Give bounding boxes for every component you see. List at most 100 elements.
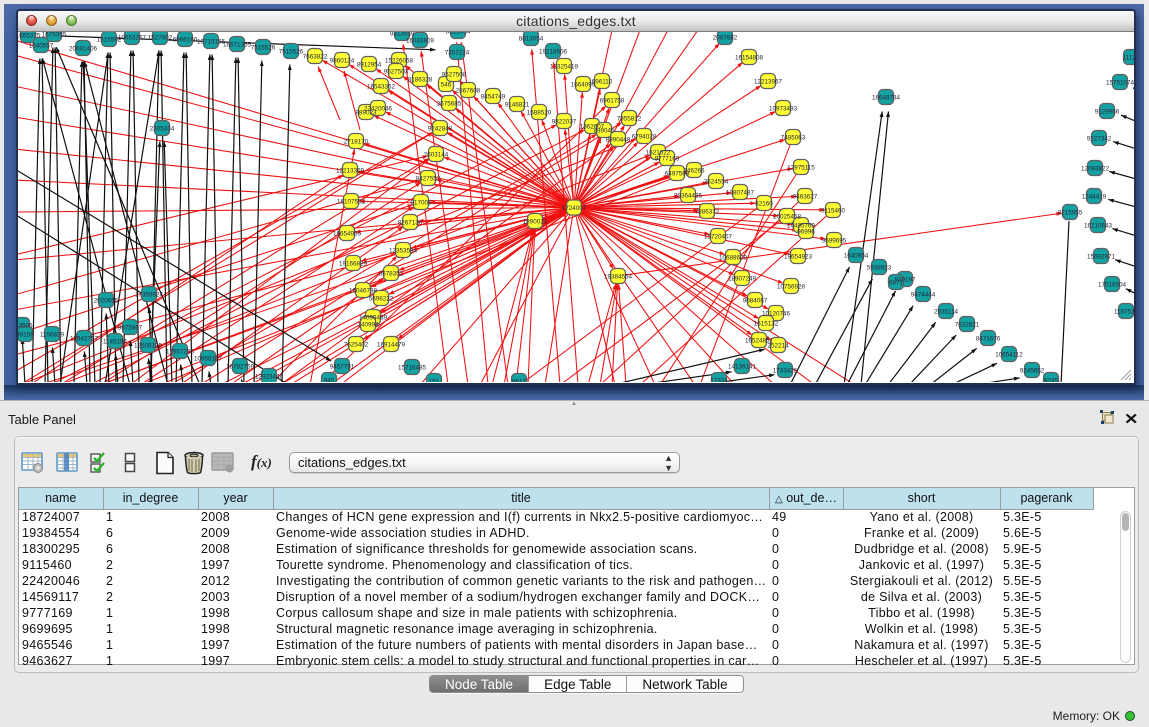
svg-text:1675355: 1675355: [42, 32, 67, 39]
svg-text:10807487: 10807487: [726, 190, 755, 197]
svg-text:12505135: 12505135: [134, 343, 163, 350]
svg-text:19654923: 19654923: [784, 254, 813, 261]
svg-text:151: 151: [429, 379, 440, 383]
svg-text:9860124: 9860124: [330, 58, 355, 65]
svg-text:39159: 39159: [18, 332, 34, 339]
svg-text:8215955: 8215955: [1058, 210, 1083, 217]
svg-text:9474444: 9474444: [911, 292, 936, 299]
svg-text:1156829: 1156829: [40, 332, 65, 339]
svg-text:5938923: 5938923: [867, 265, 892, 272]
svg-text:19384554: 19384554: [604, 274, 633, 281]
svg-text:10025458: 10025458: [773, 214, 802, 221]
svg-text:9227342: 9227342: [1087, 136, 1112, 143]
svg-text:10973493: 10973493: [769, 106, 798, 113]
svg-text:9245: 9245: [1044, 378, 1059, 383]
svg-text:10654112: 10654112: [995, 352, 1023, 359]
svg-text:7625402: 7625402: [344, 342, 369, 349]
svg-text:16154808: 16154808: [735, 55, 764, 62]
svg-text:696110: 696110: [592, 79, 613, 86]
svg-text:17957255: 17957255: [166, 349, 195, 356]
svg-text:19218506: 19218506: [539, 49, 568, 56]
svg-text:1615132: 1615132: [754, 321, 779, 328]
svg-text:6966160: 6966160: [173, 37, 198, 44]
svg-text:22420046: 22420046: [364, 106, 393, 113]
svg-text:8813054: 8813054: [519, 36, 544, 43]
svg-text:16782759: 16782759: [226, 364, 255, 371]
svg-text:17016504: 17016504: [1098, 282, 1127, 289]
svg-text:7515526: 7515526: [279, 49, 304, 56]
svg-text:17359924: 17359924: [135, 292, 164, 299]
svg-text:9975867: 9975867: [118, 325, 143, 332]
svg-text:1724007: 1724007: [562, 205, 587, 212]
svg-text:9777169: 9777169: [655, 156, 680, 163]
svg-text:1145194: 1145194: [103, 339, 128, 346]
svg-text:6871: 6871: [889, 280, 904, 287]
svg-text:9245652: 9245652: [1020, 368, 1045, 375]
svg-text:12942757: 12942757: [70, 336, 99, 343]
svg-text:20364436: 20364436: [674, 193, 703, 200]
svg-text:15716485: 15716485: [398, 365, 427, 372]
svg-text:1890023: 1890023: [523, 219, 548, 226]
svg-text:1733426: 1733426: [773, 368, 798, 375]
svg-text:1640954: 1640954: [844, 253, 869, 260]
svg-text:9084067: 9084067: [743, 298, 768, 305]
svg-text:1540557: 1540557: [29, 43, 54, 50]
svg-text:8454749: 8454749: [481, 94, 506, 101]
svg-text:8912954: 8912954: [357, 62, 382, 69]
svg-text:12975115: 12975115: [787, 165, 815, 172]
svg-text:15720407: 15720407: [704, 234, 733, 241]
svg-text:1588520: 1588520: [527, 110, 552, 117]
svg-text:7357224: 7357224: [445, 50, 470, 57]
svg-text:16648784: 16648784: [872, 95, 901, 102]
svg-text:7632621: 7632621: [955, 322, 980, 329]
svg-text:8267130: 8267130: [398, 220, 423, 227]
svg-text:16033809: 16033809: [406, 38, 435, 45]
svg-text:1527602: 1527602: [148, 35, 173, 42]
svg-text:12213967: 12213967: [754, 79, 783, 86]
svg-text:7515526: 7515526: [251, 45, 276, 52]
svg-text:16046798: 16046798: [349, 288, 378, 295]
svg-text:12353594: 12353594: [389, 248, 418, 255]
svg-text:16107552: 16107552: [337, 199, 366, 206]
svg-text:13325419: 13325419: [550, 64, 579, 71]
svg-text:252214: 252214: [767, 343, 789, 350]
svg-text:96996: 96996: [797, 229, 815, 236]
svg-text:10958107: 10958107: [194, 356, 223, 363]
svg-text:9242848: 9242848: [428, 126, 453, 133]
svg-text:140994: 140994: [357, 322, 379, 329]
svg-text:8613054: 8613054: [446, 32, 471, 36]
svg-text:3675685: 3675685: [437, 101, 462, 108]
svg-text:899045: 899045: [593, 128, 615, 135]
svg-text:2935114: 2935114: [934, 309, 959, 316]
svg-text:2087682: 2087682: [713, 35, 738, 42]
svg-text:12923446: 12923446: [255, 374, 284, 381]
svg-text:7955812: 7955812: [617, 116, 642, 123]
svg-text:10719155: 10719155: [197, 39, 226, 46]
svg-text:12213369: 12213369: [336, 168, 365, 175]
svg-text:3624554: 3624554: [704, 179, 729, 186]
svg-text:9129966: 9129966: [1095, 109, 1120, 116]
svg-text:2305334: 2305334: [150, 126, 175, 133]
svg-text:7663822: 7663822: [303, 54, 328, 61]
svg-text:7485063: 7485063: [781, 135, 806, 142]
svg-text:20691406: 20691406: [69, 46, 98, 53]
svg-text:14099489: 14099489: [359, 315, 388, 322]
svg-text:6961758: 6961758: [600, 98, 625, 105]
svg-text:9146821: 9146821: [505, 102, 530, 109]
svg-text:16210643: 16210643: [1084, 223, 1113, 230]
svg-text:62160: 62160: [755, 201, 773, 208]
svg-text:1244419: 1244419: [1082, 194, 1107, 201]
svg-text:16654966: 16654966: [333, 231, 362, 238]
svg-text:9812: 9812: [512, 379, 527, 383]
svg-text:8471676: 8471676: [976, 336, 1001, 343]
svg-text:10688609: 10688609: [719, 255, 748, 262]
svg-text:2020655: 2020655: [94, 298, 119, 305]
svg-text:16671355: 16671355: [223, 42, 252, 49]
svg-text:9463627: 9463627: [793, 194, 818, 201]
svg-text:1655375: 1655375: [18, 33, 41, 40]
svg-text:2718170: 2718170: [344, 139, 369, 146]
svg-text:2603144: 2603144: [424, 152, 449, 159]
svg-text:18907249: 18907249: [728, 276, 757, 283]
svg-text:945: 945: [324, 378, 335, 383]
svg-text:11123: 11123: [1123, 55, 1134, 62]
